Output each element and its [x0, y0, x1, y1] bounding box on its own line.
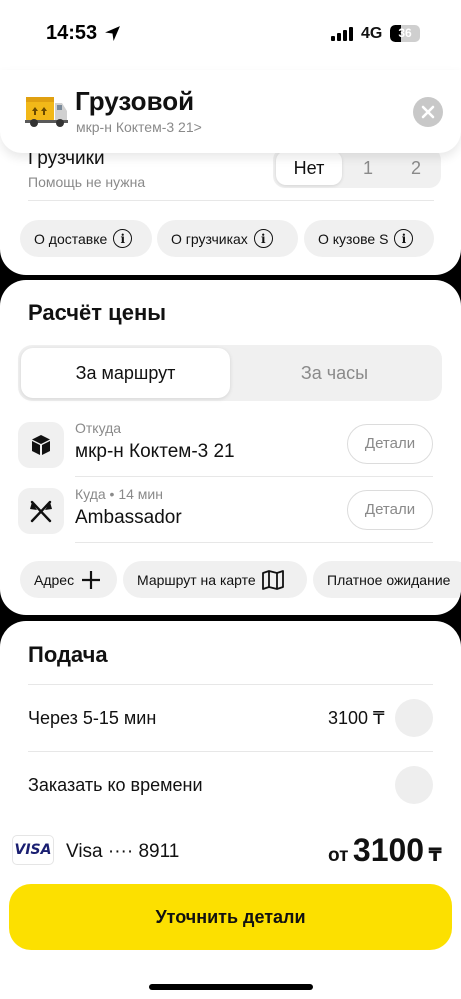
- loaders-option-1[interactable]: 1: [345, 151, 391, 185]
- route-to-label: Куда • 14 мин: [75, 486, 163, 502]
- pickup-scheduled-label[interactable]: Заказать ко времени: [28, 775, 203, 796]
- divider: [75, 542, 433, 543]
- tariff-header[interactable]: Грузовой мкр-н Коктем-3 21>: [0, 70, 461, 153]
- truck-icon: [25, 97, 68, 127]
- location-arrow-icon: [105, 26, 120, 41]
- pickup-soon-radio[interactable]: [395, 699, 433, 737]
- chip-label: О кузове S: [318, 230, 389, 247]
- divider: [28, 684, 433, 685]
- tariff-title: Грузовой: [75, 86, 195, 116]
- chip-label: Адрес: [34, 571, 75, 588]
- status-bar: 14:53 4G 36: [0, 0, 461, 66]
- route-to-row[interactable]: Куда • 14 мин Ambassador Детали: [18, 484, 433, 540]
- info-icon: i: [394, 229, 414, 248]
- battery-level: 36: [398, 26, 412, 40]
- info-icon: i: [113, 229, 133, 248]
- battery-icon: 36: [390, 25, 420, 42]
- tariff-address[interactable]: мкр-н Коктем-3 21>: [76, 119, 202, 135]
- route-from-row[interactable]: Откуда мкр-н Коктем-3 21 Детали: [18, 418, 433, 474]
- loaders-row: Грузчики Помощь не нужна Нет 1 2: [28, 148, 443, 198]
- plus-icon: [82, 570, 101, 589]
- divider: [28, 200, 434, 201]
- total-price: от 3100 ₸: [328, 832, 442, 869]
- chip-label: О грузчиках: [171, 230, 248, 247]
- route-to-icon-box: [18, 488, 64, 534]
- close-button[interactable]: [413, 97, 443, 127]
- tab-per-hour[interactable]: За часы: [230, 348, 439, 398]
- pickup-soon-label[interactable]: Через 5-15 мин: [28, 708, 156, 729]
- about-delivery-chip[interactable]: О доставке i: [20, 220, 152, 257]
- chip-label: О доставке: [34, 230, 108, 247]
- route-on-map-chip[interactable]: Маршрут на карте: [123, 561, 307, 598]
- cellular-signal-icon: [331, 27, 353, 41]
- price-amount: 3100: [352, 832, 425, 868]
- tab-per-route[interactable]: За маршрут: [21, 348, 230, 398]
- divider: [28, 751, 433, 752]
- price-currency: ₸: [428, 845, 442, 866]
- about-body-chip[interactable]: О кузове S i: [304, 220, 434, 257]
- add-address-chip[interactable]: Адрес: [20, 561, 117, 598]
- map-icon: [261, 569, 284, 590]
- chip-label: Маршрут на карте: [137, 571, 256, 588]
- network-type: 4G: [361, 25, 383, 42]
- price-prefix: от: [328, 845, 349, 866]
- price-calculation-title: Расчёт цены: [28, 300, 167, 325]
- loaders-subtitle: Помощь не нужна: [28, 174, 146, 190]
- price-calculation-card: Расчёт цены За маршрут За часы Откуда мк…: [0, 280, 461, 615]
- pickup-soon-price: 3100 ₸: [328, 708, 385, 728]
- route-from-label: Откуда: [75, 420, 122, 436]
- home-indicator[interactable]: [149, 984, 313, 990]
- pickup-scheduled-radio[interactable]: [395, 766, 433, 804]
- payment-card-label[interactable]: Visa ···· 8911: [66, 841, 179, 863]
- route-to-value: Ambassador: [75, 507, 182, 528]
- route-from-details-button[interactable]: Детали: [347, 424, 433, 464]
- divider: [75, 476, 433, 477]
- crossed-flags-icon: [30, 500, 52, 523]
- paid-waiting-chip[interactable]: Платное ожидание: [313, 561, 461, 598]
- route-from-icon-box: [18, 422, 64, 468]
- pickup-title: Подача: [28, 642, 108, 667]
- about-loaders-chip[interactable]: О грузчиках i: [157, 220, 298, 257]
- box-icon: [32, 435, 50, 455]
- close-icon: [421, 105, 435, 119]
- visa-logo[interactable]: VISA: [12, 835, 54, 865]
- specify-details-button[interactable]: Уточнить детали: [9, 884, 452, 950]
- loaders-selector: Нет 1 2: [273, 148, 441, 188]
- loaders-option-2[interactable]: 2: [393, 151, 439, 185]
- status-time: 14:53: [46, 22, 98, 44]
- chip-label: Платное ожидание: [327, 571, 451, 588]
- route-to-details-button[interactable]: Детали: [347, 490, 433, 530]
- loaders-option-none[interactable]: Нет: [276, 151, 342, 185]
- route-from-value: мкр-н Коктем-3 21: [75, 441, 235, 462]
- info-icon: i: [253, 229, 273, 248]
- pricing-mode-selector: За маршрут За часы: [18, 345, 442, 401]
